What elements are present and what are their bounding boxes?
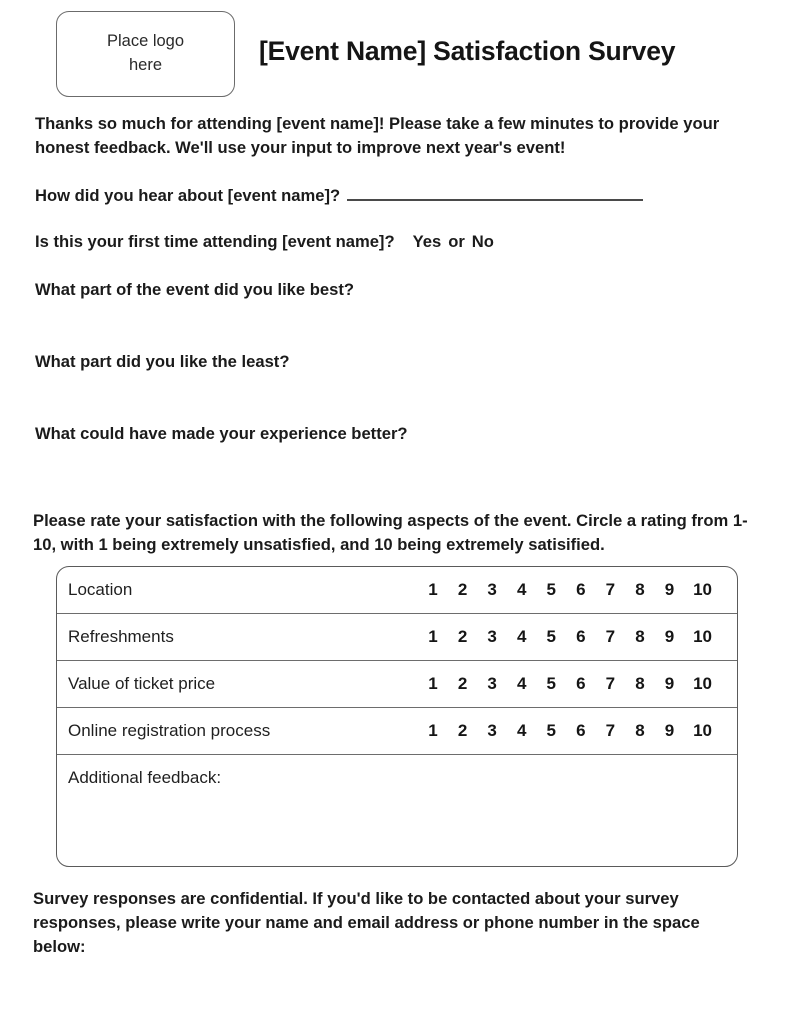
confidentiality-note: Survey responses are confidential. If yo… xyxy=(33,889,700,957)
rating-option-4[interactable]: 4 xyxy=(516,721,528,741)
rating-option-3[interactable]: 3 xyxy=(486,721,498,741)
option-no[interactable]: No xyxy=(472,230,494,253)
option-separator: or xyxy=(448,232,465,251)
table-row: Location 1 2 3 4 5 6 7 8 9 10 xyxy=(57,567,737,614)
rating-option-6[interactable]: 6 xyxy=(575,580,587,600)
rating-option-8[interactable]: 8 xyxy=(634,721,646,741)
rating-option-3[interactable]: 3 xyxy=(486,674,498,694)
question-first-time-label: Is this your first time attending [event… xyxy=(35,232,395,251)
question-how-heard: How did you hear about [event name]? xyxy=(35,184,644,207)
rating-option-3[interactable]: 3 xyxy=(486,627,498,647)
rating-row-label: Location xyxy=(68,580,133,599)
rating-option-5[interactable]: 5 xyxy=(545,721,557,741)
table-row: Online registration process 1 2 3 4 5 6 … xyxy=(57,708,737,755)
logo-placeholder-label: Place logo here xyxy=(106,32,185,74)
rating-option-7[interactable]: 7 xyxy=(604,674,616,694)
rating-option-2[interactable]: 2 xyxy=(457,627,469,647)
rating-option-8[interactable]: 8 xyxy=(634,627,646,647)
rating-option-1[interactable]: 1 xyxy=(427,721,439,741)
rating-option-8[interactable]: 8 xyxy=(634,674,646,694)
rating-option-6[interactable]: 6 xyxy=(575,721,587,741)
logo-placeholder-box[interactable]: Place logo here xyxy=(56,11,235,97)
option-yes[interactable]: Yes xyxy=(413,230,442,253)
question-how-heard-label: How did you hear about [event name]? xyxy=(35,186,341,205)
rating-option-5[interactable]: 5 xyxy=(545,627,557,647)
rating-row-label: Online registration process xyxy=(68,721,271,740)
question-how-heard-answer-line[interactable] xyxy=(347,187,644,201)
rating-option-9[interactable]: 9 xyxy=(664,580,676,600)
rating-instructions: Please rate your satisfaction with the f… xyxy=(33,511,748,555)
rating-option-10[interactable]: 10 xyxy=(693,721,712,741)
rating-option-9[interactable]: 9 xyxy=(664,674,676,694)
rating-option-6[interactable]: 6 xyxy=(575,627,587,647)
question-liked-least: What part did you like the least? xyxy=(35,352,290,371)
table-row: Refreshments 1 2 3 4 5 6 7 8 9 10 xyxy=(57,614,737,661)
page-title: [Event Name] Satisfaction Survey xyxy=(259,36,676,66)
rating-row-label: Refreshments xyxy=(68,627,174,646)
rating-option-7[interactable]: 7 xyxy=(604,580,616,600)
yes-no-options: Yes or No xyxy=(413,230,494,253)
rating-option-7[interactable]: 7 xyxy=(604,627,616,647)
rating-option-8[interactable]: 8 xyxy=(634,580,646,600)
rating-option-5[interactable]: 5 xyxy=(545,674,557,694)
rating-option-3[interactable]: 3 xyxy=(486,580,498,600)
intro-paragraph: Thanks so much for attending [event name… xyxy=(35,114,720,157)
rating-option-6[interactable]: 6 xyxy=(575,674,587,694)
table-row: Value of ticket price 1 2 3 4 5 6 7 8 9 … xyxy=(57,661,737,708)
rating-option-4[interactable]: 4 xyxy=(516,580,528,600)
rating-option-2[interactable]: 2 xyxy=(457,580,469,600)
rating-option-2[interactable]: 2 xyxy=(457,674,469,694)
rating-scale: 1 2 3 4 5 6 7 8 9 10 xyxy=(427,627,712,647)
rating-option-1[interactable]: 1 xyxy=(427,674,439,694)
rating-option-1[interactable]: 1 xyxy=(427,580,439,600)
question-first-time: Is this your first time attending [event… xyxy=(35,230,494,253)
rating-option-9[interactable]: 9 xyxy=(664,721,676,741)
rating-option-2[interactable]: 2 xyxy=(457,721,469,741)
rating-option-4[interactable]: 4 xyxy=(516,674,528,694)
question-liked-best: What part of the event did you like best… xyxy=(35,280,355,299)
rating-option-7[interactable]: 7 xyxy=(604,721,616,741)
rating-option-10[interactable]: 10 xyxy=(693,627,712,647)
additional-feedback-label: Additional feedback: xyxy=(68,768,222,787)
rating-row-label: Value of ticket price xyxy=(68,674,216,693)
rating-option-10[interactable]: 10 xyxy=(693,674,712,694)
rating-scale: 1 2 3 4 5 6 7 8 9 10 xyxy=(427,721,712,741)
rating-option-10[interactable]: 10 xyxy=(693,580,712,600)
rating-option-9[interactable]: 9 xyxy=(664,627,676,647)
rating-option-1[interactable]: 1 xyxy=(427,627,439,647)
question-better-experience: What could have made your experience bet… xyxy=(35,424,408,443)
rating-table: Location 1 2 3 4 5 6 7 8 9 10 Refreshmen… xyxy=(56,566,738,867)
rating-option-4[interactable]: 4 xyxy=(516,627,528,647)
survey-document-page: Place logo here [Event Name] Satisfactio… xyxy=(0,0,805,1024)
rating-scale: 1 2 3 4 5 6 7 8 9 10 xyxy=(427,674,712,694)
rating-scale: 1 2 3 4 5 6 7 8 9 10 xyxy=(427,580,712,600)
document-header: Place logo here [Event Name] Satisfactio… xyxy=(35,8,770,100)
rating-option-5[interactable]: 5 xyxy=(545,580,557,600)
additional-feedback-row[interactable]: Additional feedback: xyxy=(57,755,737,866)
